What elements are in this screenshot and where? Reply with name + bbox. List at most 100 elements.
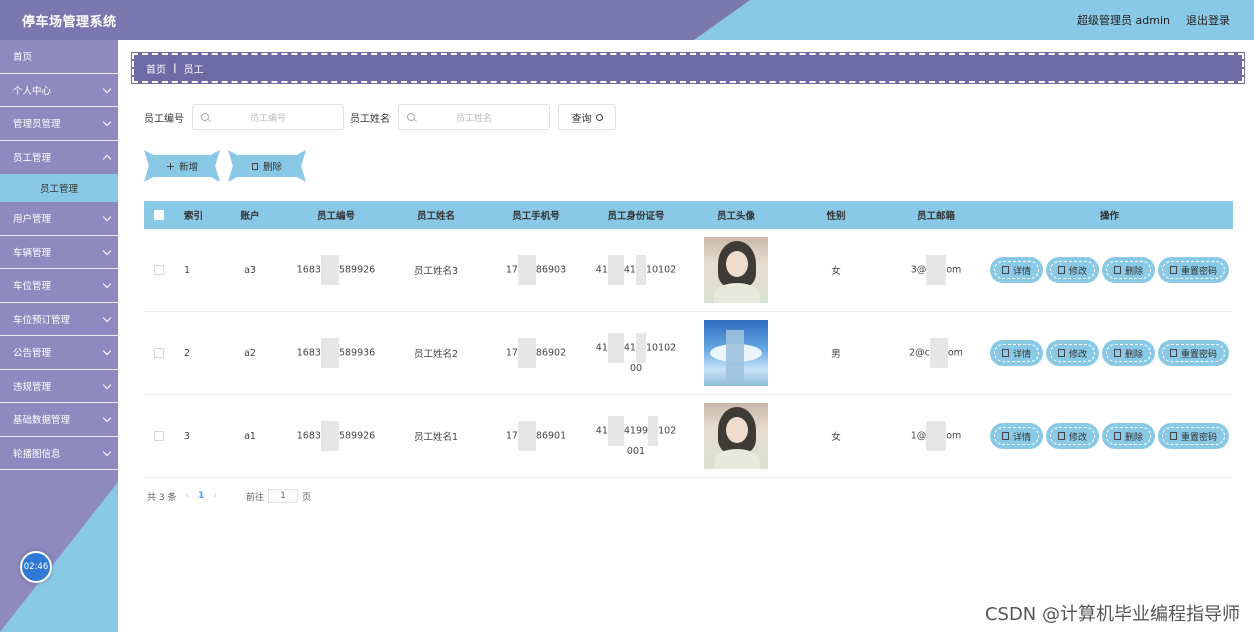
row-select-cell bbox=[144, 431, 174, 441]
actions-cell: 详情 修改 删除 重置密码 bbox=[986, 342, 1233, 364]
sidebar-item-vehicles[interactable]: 车辆管理 bbox=[0, 236, 118, 269]
id-number-cell: 41 41 10102 00 bbox=[586, 332, 686, 374]
current-user: 超级管理员 admin bbox=[1077, 14, 1170, 27]
col-header: 员工姓名 bbox=[416, 211, 455, 222]
detail-label: 详情 bbox=[1012, 432, 1031, 443]
sidebar-item-label: 员工管理 bbox=[13, 153, 52, 165]
sidebar-item-violations[interactable]: 违规管理 bbox=[0, 370, 118, 403]
row-delete-button[interactable]: 删除 bbox=[1104, 342, 1154, 364]
id-part: 41 bbox=[595, 264, 608, 276]
employee-no-suffix: 589936 bbox=[338, 347, 376, 359]
trash-icon bbox=[1114, 432, 1121, 440]
reset-password-button[interactable]: 重置密码 bbox=[1160, 425, 1228, 447]
redacted-block bbox=[320, 421, 339, 451]
employee-no-label: 员工编号 bbox=[144, 113, 184, 125]
employee-no-input[interactable]: 员工编号 bbox=[192, 104, 344, 130]
logout-link[interactable]: 退出登录 bbox=[1186, 12, 1230, 28]
phone-prefix: 17 bbox=[505, 430, 518, 442]
trash-icon bbox=[251, 162, 258, 170]
gender-cell: 女 bbox=[831, 266, 841, 277]
row-checkbox[interactable] bbox=[154, 348, 164, 358]
reset-password-button[interactable]: 重置密码 bbox=[1160, 342, 1228, 364]
actions-cell: 详情 修改 删除 重置密码 bbox=[986, 425, 1233, 447]
chevron-down-icon bbox=[102, 313, 112, 322]
detail-button[interactable]: 详情 bbox=[991, 425, 1041, 447]
prev-page-icon[interactable]: ‹ bbox=[185, 491, 189, 501]
sidebar-item-profile[interactable]: 个人中心 bbox=[0, 74, 118, 107]
reset-password-label: 重置密码 bbox=[1181, 266, 1218, 277]
sidebar-subitem-employees[interactable]: 员工管理 bbox=[0, 174, 118, 202]
sidebar-item-users[interactable]: 用户管理 bbox=[0, 202, 118, 236]
sidebar-item-label: 车位管理 bbox=[13, 281, 52, 293]
avatar-face bbox=[726, 251, 748, 277]
row-delete-button[interactable]: 删除 bbox=[1104, 425, 1154, 447]
id-part: 41 bbox=[623, 342, 636, 353]
detail-label: 详情 bbox=[1012, 266, 1031, 277]
redacted-block bbox=[635, 332, 646, 363]
detail-button[interactable]: 详情 bbox=[991, 259, 1041, 281]
sidebar-item-home[interactable]: 首页 bbox=[0, 40, 118, 74]
chevron-down-icon bbox=[102, 246, 112, 255]
sidebar-item-notices[interactable]: 公告管理 bbox=[0, 336, 118, 370]
sidebar-item-label: 车位预订管理 bbox=[13, 314, 71, 326]
edit-icon bbox=[1057, 266, 1065, 274]
row-checkbox[interactable] bbox=[154, 265, 164, 275]
reset-password-button[interactable]: 重置密码 bbox=[1160, 259, 1228, 281]
email-cell: 2@c om bbox=[886, 338, 986, 368]
employee-no-cell: 1683 589926 bbox=[286, 421, 386, 451]
chevron-down-icon bbox=[102, 84, 112, 93]
id-number-cell: 41 4199 102 001 bbox=[586, 415, 686, 457]
employee-name-label: 员工姓名 bbox=[350, 113, 390, 125]
employee-table: 索引 账户 员工编号 员工姓名 员工手机号 员工身份证号 员工头像 性别 员工邮… bbox=[144, 201, 1233, 478]
query-button[interactable]: 查询 bbox=[558, 104, 616, 130]
delete-button[interactable]: 删除 bbox=[238, 155, 296, 177]
chevron-down-icon bbox=[102, 380, 112, 389]
document-icon bbox=[1170, 432, 1178, 440]
next-page-icon[interactable]: › bbox=[213, 491, 217, 501]
edit-button[interactable]: 修改 bbox=[1047, 259, 1097, 281]
avatar-cell bbox=[686, 403, 786, 469]
search-icon bbox=[407, 113, 415, 121]
goto-page-input[interactable]: 1 bbox=[267, 489, 298, 503]
redacted-block bbox=[648, 415, 659, 446]
detail-button[interactable]: 详情 bbox=[991, 342, 1041, 364]
actions-cell: 详情 修改 删除 重置密码 bbox=[986, 259, 1233, 281]
row-actions: 详情 修改 删除 重置密码 bbox=[986, 425, 1233, 447]
id-part: 10102 bbox=[645, 264, 677, 276]
breadcrumb-home[interactable]: 首页 bbox=[146, 61, 166, 76]
add-button[interactable]: + 新增 bbox=[154, 155, 210, 177]
sidebar-item-spaces[interactable]: 车位管理 bbox=[0, 269, 118, 303]
header-decoration bbox=[694, 0, 1254, 40]
select-all-checkbox[interactable] bbox=[154, 210, 164, 220]
edit-button[interactable]: 修改 bbox=[1047, 425, 1097, 447]
breadcrumb-current: 员工 bbox=[183, 64, 204, 76]
email-suffix: om bbox=[946, 264, 962, 276]
sidebar-item-employees[interactable]: 员工管理 bbox=[0, 141, 118, 175]
page-number[interactable]: 1 bbox=[198, 491, 204, 501]
avatar-body bbox=[714, 449, 760, 469]
chevron-down-icon bbox=[102, 447, 112, 456]
sidebar-item-base-data[interactable]: 基础数据管理 bbox=[0, 403, 118, 437]
document-icon bbox=[1001, 266, 1009, 274]
row-delete-button[interactable]: 删除 bbox=[1104, 259, 1154, 281]
trash-icon bbox=[1114, 349, 1121, 357]
document-icon bbox=[1001, 432, 1009, 440]
sidebar-item-carousel[interactable]: 轮播图信息 bbox=[0, 437, 118, 470]
edit-button[interactable]: 修改 bbox=[1047, 342, 1097, 364]
redacted-block bbox=[635, 255, 646, 285]
phone-cell: 17 86901 bbox=[486, 421, 586, 451]
sidebar-item-admins[interactable]: 管理员管理 bbox=[0, 107, 118, 141]
chevron-down-icon bbox=[102, 346, 112, 356]
redacted-block bbox=[517, 255, 536, 285]
sidebar-item-label: 违规管理 bbox=[13, 381, 52, 393]
document-icon bbox=[1001, 349, 1009, 357]
row-checkbox[interactable] bbox=[154, 431, 164, 441]
avatar-cell bbox=[686, 237, 786, 303]
email-suffix: om bbox=[947, 347, 963, 359]
redacted-block bbox=[517, 338, 536, 368]
sidebar-item-label: 车辆管理 bbox=[13, 247, 52, 259]
id-part: 102 bbox=[658, 425, 677, 436]
sidebar-item-reservations[interactable]: 车位预订管理 bbox=[0, 303, 118, 336]
redacted-block bbox=[320, 338, 339, 368]
employee-name-input[interactable]: 员工姓名 bbox=[398, 104, 550, 130]
